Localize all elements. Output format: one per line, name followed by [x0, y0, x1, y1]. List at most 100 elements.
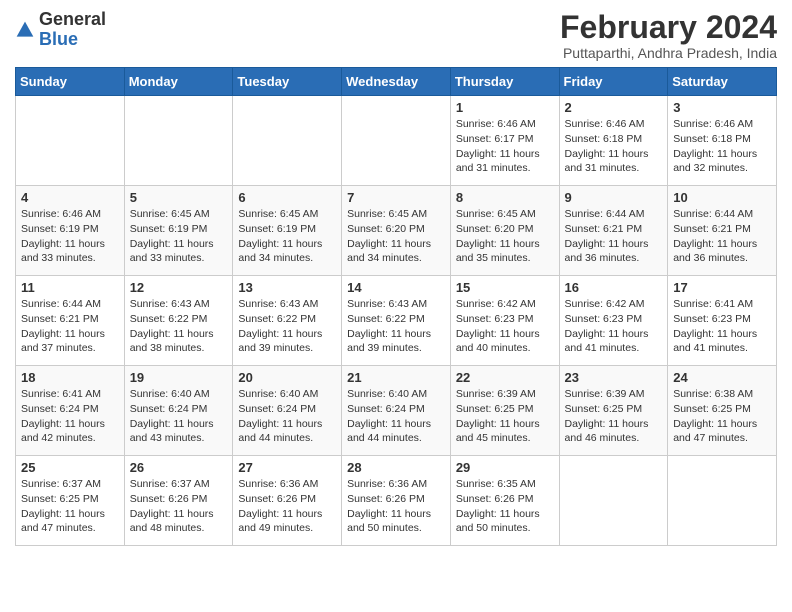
weekday-header-sunday: Sunday	[16, 68, 125, 96]
calendar-cell: 14Sunrise: 6:43 AMSunset: 6:22 PMDayligh…	[342, 276, 451, 366]
weekday-header-thursday: Thursday	[450, 68, 559, 96]
calendar-cell: 10Sunrise: 6:44 AMSunset: 6:21 PMDayligh…	[668, 186, 777, 276]
calendar-cell: 27 Sunrise: 6:36 AMSunset: 6:26 PMDayligh…	[233, 456, 342, 546]
logo-blue-text: Blue	[39, 29, 78, 49]
day-info: Sunrise: 6:46 AMSunset: 6:17 PMDaylight:…	[456, 117, 554, 176]
calendar-week-row: 1 Sunrise: 6:46 AMSunset: 6:17 PMDaylight…	[16, 96, 777, 186]
day-number: 19	[130, 370, 228, 385]
calendar-cell: 5Sunrise: 6:45 AMSunset: 6:19 PMDaylight…	[124, 186, 233, 276]
calendar-cell	[668, 456, 777, 546]
calendar-cell: 6 Sunrise: 6:45 AMSunset: 6:19 PMDaylight…	[233, 186, 342, 276]
day-number: 3	[673, 100, 771, 115]
logo-icon	[15, 20, 35, 40]
calendar-cell: 28 Sunrise: 6:36 AMSunset: 6:26 PMDayligh…	[342, 456, 451, 546]
logo: General Blue	[15, 10, 106, 50]
day-info: Sunrise: 6:45 AMSunset: 6:19 PMDaylight:…	[238, 207, 336, 266]
calendar-week-row: 11 Sunrise: 6:44 AMSunset: 6:21 PMDayligh…	[16, 276, 777, 366]
day-number: 14	[347, 280, 445, 295]
day-info: Sunrise: 6:37 AMSunset: 6:25 PMDaylight:…	[21, 477, 119, 536]
day-number: 25	[21, 460, 119, 475]
calendar-cell: 25 Sunrise: 6:37 AMSunset: 6:25 PMDayligh…	[16, 456, 125, 546]
day-info: Sunrise: 6:43 AMSunset: 6:22 PMDaylight:…	[130, 297, 228, 356]
calendar-cell	[342, 96, 451, 186]
title-area: February 2024 Puttaparthi, Andhra Prades…	[560, 10, 777, 61]
calendar-body: 1 Sunrise: 6:46 AMSunset: 6:17 PMDaylight…	[16, 96, 777, 546]
weekday-header-tuesday: Tuesday	[233, 68, 342, 96]
day-number: 20	[238, 370, 336, 385]
day-info: Sunrise: 6:40 AMSunset: 6:24 PMDaylight:…	[130, 387, 228, 446]
calendar-cell: 12 Sunrise: 6:43 AMSunset: 6:22 PMDayligh…	[124, 276, 233, 366]
day-info: Sunrise: 6:41 AMSunset: 6:24 PMDaylight:…	[21, 387, 119, 446]
calendar-cell: 7Sunrise: 6:45 AMSunset: 6:20 PMDaylight…	[342, 186, 451, 276]
day-info: Sunrise: 6:40 AMSunset: 6:24 PMDaylight:…	[238, 387, 336, 446]
calendar-cell: 17 Sunrise: 6:41 AMSunset: 6:23 PMDayligh…	[668, 276, 777, 366]
calendar-cell: 15 Sunrise: 6:42 AMSunset: 6:23 PMDayligh…	[450, 276, 559, 366]
day-info: Sunrise: 6:43 AMSunset: 6:22 PMDaylight:…	[238, 297, 336, 356]
calendar-cell: 1 Sunrise: 6:46 AMSunset: 6:17 PMDaylight…	[450, 96, 559, 186]
day-info: Sunrise: 6:45 AMSunset: 6:20 PMDaylight:…	[456, 207, 554, 266]
calendar-table: SundayMondayTuesdayWednesdayThursdayFrid…	[15, 67, 777, 546]
day-info: Sunrise: 6:36 AMSunset: 6:26 PMDaylight:…	[347, 477, 445, 536]
calendar-cell	[559, 456, 668, 546]
day-info: Sunrise: 6:42 AMSunset: 6:23 PMDaylight:…	[565, 297, 663, 356]
day-number: 8	[456, 190, 554, 205]
day-number: 12	[130, 280, 228, 295]
day-info: Sunrise: 6:46 AMSunset: 6:18 PMDaylight:…	[673, 117, 771, 176]
day-number: 17	[673, 280, 771, 295]
day-number: 5	[130, 190, 228, 205]
day-info: Sunrise: 6:38 AMSunset: 6:25 PMDaylight:…	[673, 387, 771, 446]
day-info: Sunrise: 6:37 AMSunset: 6:26 PMDaylight:…	[130, 477, 228, 536]
day-info: Sunrise: 6:44 AMSunset: 6:21 PMDaylight:…	[565, 207, 663, 266]
day-number: 10	[673, 190, 771, 205]
month-title: February 2024	[560, 10, 777, 45]
day-number: 18	[21, 370, 119, 385]
day-number: 21	[347, 370, 445, 385]
day-number: 11	[21, 280, 119, 295]
calendar-week-row: 18 Sunrise: 6:41 AMSunset: 6:24 PMDayligh…	[16, 366, 777, 456]
day-number: 26	[130, 460, 228, 475]
day-number: 28	[347, 460, 445, 475]
day-info: Sunrise: 6:44 AMSunset: 6:21 PMDaylight:…	[21, 297, 119, 356]
header: General Blue February 2024 Puttaparthi, …	[15, 10, 777, 61]
day-info: Sunrise: 6:41 AMSunset: 6:23 PMDaylight:…	[673, 297, 771, 356]
calendar-cell	[124, 96, 233, 186]
day-number: 6	[238, 190, 336, 205]
day-number: 24	[673, 370, 771, 385]
day-number: 27	[238, 460, 336, 475]
calendar-cell	[233, 96, 342, 186]
calendar-cell	[16, 96, 125, 186]
day-number: 15	[456, 280, 554, 295]
calendar-cell: 24 Sunrise: 6:38 AMSunset: 6:25 PMDayligh…	[668, 366, 777, 456]
logo-general-text: General	[39, 9, 106, 29]
day-number: 2	[565, 100, 663, 115]
weekday-header-friday: Friday	[559, 68, 668, 96]
calendar-cell: 26 Sunrise: 6:37 AMSunset: 6:26 PMDayligh…	[124, 456, 233, 546]
day-info: Sunrise: 6:39 AMSunset: 6:25 PMDaylight:…	[456, 387, 554, 446]
day-info: Sunrise: 6:46 AMSunset: 6:19 PMDaylight:…	[21, 207, 119, 266]
calendar-cell: 3 Sunrise: 6:46 AMSunset: 6:18 PMDaylight…	[668, 96, 777, 186]
day-number: 29	[456, 460, 554, 475]
calendar-cell: 16Sunrise: 6:42 AMSunset: 6:23 PMDayligh…	[559, 276, 668, 366]
calendar-week-row: 4Sunrise: 6:46 AMSunset: 6:19 PMDaylight…	[16, 186, 777, 276]
day-info: Sunrise: 6:35 AMSunset: 6:26 PMDaylight:…	[456, 477, 554, 536]
day-info: Sunrise: 6:45 AMSunset: 6:20 PMDaylight:…	[347, 207, 445, 266]
calendar-cell: 9Sunrise: 6:44 AMSunset: 6:21 PMDaylight…	[559, 186, 668, 276]
day-info: Sunrise: 6:42 AMSunset: 6:23 PMDaylight:…	[456, 297, 554, 356]
day-info: Sunrise: 6:46 AMSunset: 6:18 PMDaylight:…	[565, 117, 663, 176]
day-number: 1	[456, 100, 554, 115]
calendar-cell: 11 Sunrise: 6:44 AMSunset: 6:21 PMDayligh…	[16, 276, 125, 366]
day-number: 23	[565, 370, 663, 385]
day-info: Sunrise: 6:40 AMSunset: 6:24 PMDaylight:…	[347, 387, 445, 446]
location-title: Puttaparthi, Andhra Pradesh, India	[560, 45, 777, 61]
calendar-week-row: 25 Sunrise: 6:37 AMSunset: 6:25 PMDayligh…	[16, 456, 777, 546]
calendar-cell: 22 Sunrise: 6:39 AMSunset: 6:25 PMDayligh…	[450, 366, 559, 456]
weekday-header-saturday: Saturday	[668, 68, 777, 96]
calendar-cell: 4Sunrise: 6:46 AMSunset: 6:19 PMDaylight…	[16, 186, 125, 276]
weekday-header-monday: Monday	[124, 68, 233, 96]
calendar-cell: 21 Sunrise: 6:40 AMSunset: 6:24 PMDayligh…	[342, 366, 451, 456]
calendar-cell: 13 Sunrise: 6:43 AMSunset: 6:22 PMDayligh…	[233, 276, 342, 366]
day-number: 22	[456, 370, 554, 385]
day-info: Sunrise: 6:36 AMSunset: 6:26 PMDaylight:…	[238, 477, 336, 536]
calendar-cell: 2 Sunrise: 6:46 AMSunset: 6:18 PMDaylight…	[559, 96, 668, 186]
day-number: 13	[238, 280, 336, 295]
